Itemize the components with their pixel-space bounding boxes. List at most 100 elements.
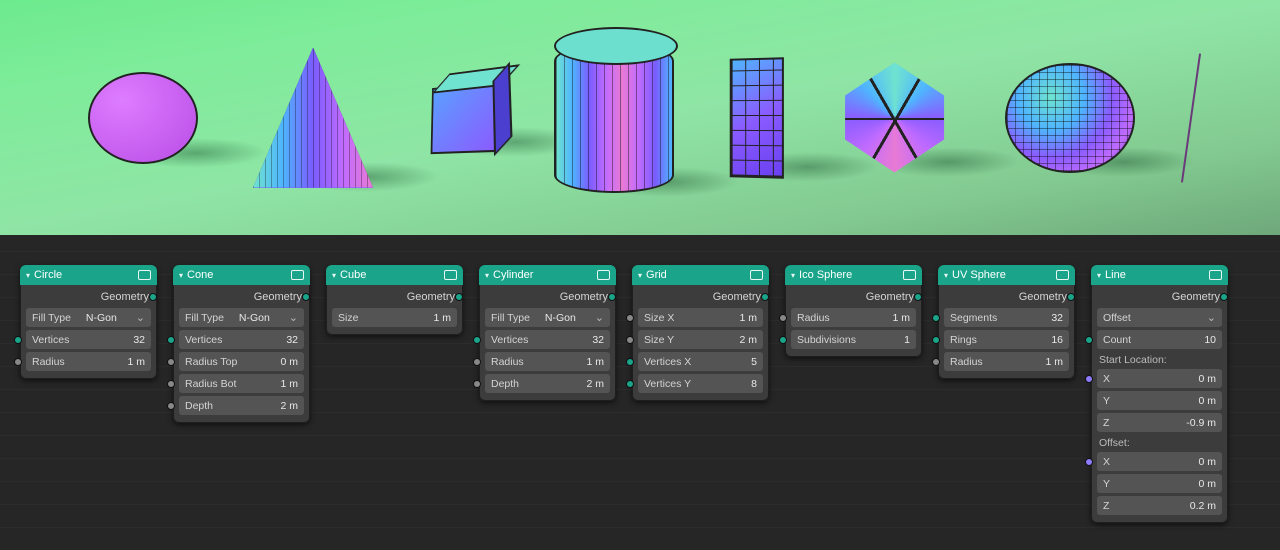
socket-in[interactable]: [932, 358, 940, 366]
collapse-icon[interactable]: ▾: [791, 271, 795, 280]
collapse-icon[interactable]: ▾: [179, 271, 183, 280]
collapse-icon[interactable]: ▾: [332, 271, 336, 280]
prop-radius[interactable]: Radius1 m: [485, 352, 610, 371]
socket-out-geometry[interactable]: [149, 293, 157, 301]
socket-in[interactable]: [1085, 336, 1093, 344]
preview-icon[interactable]: [1056, 270, 1069, 280]
section-start-location: Start Location:: [1097, 352, 1222, 366]
preview-icon[interactable]: [597, 270, 610, 280]
socket-in[interactable]: [932, 314, 940, 322]
prop-fill-type[interactable]: Fill TypeN-Gon: [26, 308, 151, 327]
prop-start-z[interactable]: Z-0.9 m: [1097, 413, 1222, 432]
prop-subdivisions[interactable]: Subdivisions1: [791, 330, 916, 349]
socket-in[interactable]: [779, 314, 787, 322]
collapse-icon[interactable]: ▾: [485, 271, 489, 280]
preview-icon[interactable]: [291, 270, 304, 280]
viewport[interactable]: [0, 0, 1280, 235]
output-geometry: Geometry: [1172, 291, 1220, 303]
prop-size[interactable]: Size1 m: [332, 308, 457, 327]
node-editor[interactable]: ▾ Circle Geometry Fill TypeN-Gon Vertice…: [0, 235, 1280, 550]
prop-rings[interactable]: Rings16: [944, 330, 1069, 349]
preview-icon[interactable]: [750, 270, 763, 280]
node-grid[interactable]: ▾ Grid Geometry Size X1 m Size Y2 m Vert…: [632, 265, 769, 401]
prop-count[interactable]: Count10: [1097, 330, 1222, 349]
socket-in[interactable]: [473, 358, 481, 366]
node-header[interactable]: ▾ UV Sphere: [938, 265, 1075, 285]
socket-in[interactable]: [14, 336, 22, 344]
socket-out-geometry[interactable]: [1220, 293, 1228, 301]
prop-offset-y[interactable]: Y0 m: [1097, 474, 1222, 493]
socket-in[interactable]: [167, 380, 175, 388]
prop-depth[interactable]: Depth2 m: [485, 374, 610, 393]
prop-vertices[interactable]: Vertices32: [179, 330, 304, 349]
node-cone[interactable]: ▾ Cone Geometry Fill TypeN-Gon Vertices3…: [173, 265, 310, 423]
socket-in[interactable]: [473, 380, 481, 388]
node-header[interactable]: ▾ Circle: [20, 265, 157, 285]
node-circle[interactable]: ▾ Circle Geometry Fill TypeN-Gon Vertice…: [20, 265, 157, 379]
socket-out-geometry[interactable]: [608, 293, 616, 301]
socket-in[interactable]: [932, 336, 940, 344]
preview-icon[interactable]: [444, 270, 457, 280]
prop-radius-bot[interactable]: Radius Bot1 m: [179, 374, 304, 393]
node-title: Cube: [340, 269, 440, 281]
node-uv-sphere[interactable]: ▾ UV Sphere Geometry Segments32 Rings16 …: [938, 265, 1075, 379]
prop-start-x[interactable]: X0 m: [1097, 369, 1222, 388]
preview-icon[interactable]: [903, 270, 916, 280]
socket-out-geometry[interactable]: [761, 293, 769, 301]
prop-size-x[interactable]: Size X1 m: [638, 308, 763, 327]
prop-vertices[interactable]: Vertices32: [26, 330, 151, 349]
prop-radius-top[interactable]: Radius Top0 m: [179, 352, 304, 371]
socket-in[interactable]: [167, 336, 175, 344]
socket-in[interactable]: [779, 336, 787, 344]
socket-in[interactable]: [1085, 375, 1093, 383]
prop-radius[interactable]: Radius1 m: [944, 352, 1069, 371]
collapse-icon[interactable]: ▾: [1097, 271, 1101, 280]
node-title: UV Sphere: [952, 269, 1052, 281]
socket-out-geometry[interactable]: [1067, 293, 1075, 301]
node-header[interactable]: ▾ Cylinder: [479, 265, 616, 285]
prop-fill-type[interactable]: Fill TypeN-Gon: [179, 308, 304, 327]
socket-in[interactable]: [14, 358, 22, 366]
socket-out-geometry[interactable]: [302, 293, 310, 301]
node-line[interactable]: ▾ Line Geometry Offset Count10 Start Loc…: [1091, 265, 1228, 523]
socket-in[interactable]: [626, 380, 634, 388]
prop-vertices-x[interactable]: Vertices X5: [638, 352, 763, 371]
prop-size-y[interactable]: Size Y2 m: [638, 330, 763, 349]
socket-in[interactable]: [1085, 458, 1093, 466]
preview-icon[interactable]: [138, 270, 151, 280]
prop-offset-z[interactable]: Z0.2 m: [1097, 496, 1222, 515]
prop-depth[interactable]: Depth2 m: [179, 396, 304, 415]
node-header[interactable]: ▾ Cube: [326, 265, 463, 285]
node-header[interactable]: ▾ Cone: [173, 265, 310, 285]
prop-offset-x[interactable]: X0 m: [1097, 452, 1222, 471]
socket-out-geometry[interactable]: [914, 293, 922, 301]
node-title: Cylinder: [493, 269, 593, 281]
node-cube[interactable]: ▾ Cube Geometry Size1 m: [326, 265, 463, 335]
node-cylinder[interactable]: ▾ Cylinder Geometry Fill TypeN-Gon Verti…: [479, 265, 616, 401]
collapse-icon[interactable]: ▾: [638, 271, 642, 280]
socket-in[interactable]: [167, 358, 175, 366]
socket-out-geometry[interactable]: [455, 293, 463, 301]
socket-in[interactable]: [167, 402, 175, 410]
prop-radius[interactable]: Radius1 m: [791, 308, 916, 327]
collapse-icon[interactable]: ▾: [26, 271, 30, 280]
socket-in[interactable]: [626, 336, 634, 344]
socket-in[interactable]: [626, 314, 634, 322]
preview-icon[interactable]: [1209, 270, 1222, 280]
socket-in[interactable]: [626, 358, 634, 366]
prop-radius[interactable]: Radius1 m: [26, 352, 151, 371]
socket-in[interactable]: [473, 336, 481, 344]
node-header[interactable]: ▾ Ico Sphere: [785, 265, 922, 285]
node-header[interactable]: ▾ Grid: [632, 265, 769, 285]
primitive-uv-sphere: [1005, 63, 1135, 173]
primitive-circle: [88, 72, 198, 164]
prop-mode[interactable]: Offset: [1097, 308, 1222, 327]
prop-vertices[interactable]: Vertices32: [485, 330, 610, 349]
node-ico-sphere[interactable]: ▾ Ico Sphere Geometry Radius1 m Subdivis…: [785, 265, 922, 357]
prop-start-y[interactable]: Y0 m: [1097, 391, 1222, 410]
node-header[interactable]: ▾ Line: [1091, 265, 1228, 285]
prop-vertices-y[interactable]: Vertices Y8: [638, 374, 763, 393]
collapse-icon[interactable]: ▾: [944, 271, 948, 280]
prop-segments[interactable]: Segments32: [944, 308, 1069, 327]
prop-fill-type[interactable]: Fill TypeN-Gon: [485, 308, 610, 327]
